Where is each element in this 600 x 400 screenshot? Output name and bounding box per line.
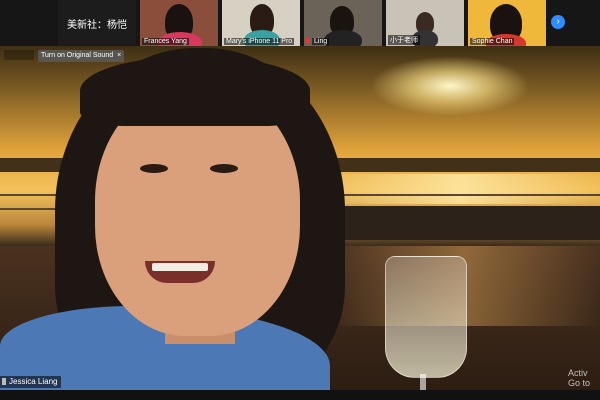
participant-tile-frances-yang[interactable]: Frances Yang <box>140 0 218 46</box>
close-icon[interactable]: × <box>117 52 121 59</box>
participant-name: Mary's iPhone 11 Pro <box>224 38 295 45</box>
sunset-glow <box>370 56 530 116</box>
wine-glass <box>385 256 467 378</box>
background-dock <box>310 206 600 240</box>
participant-tile-xiao-yu[interactable]: 小于老师 <box>386 0 464 46</box>
participant-tile-marys-iphone[interactable]: Mary's iPhone 11 Pro <box>222 0 300 46</box>
bottom-toolbar <box>0 390 600 400</box>
participant-name: 小于老师 <box>388 35 420 45</box>
participant-name: 美新社：杨恺 <box>67 19 127 31</box>
active-speaker-name: Jessica Liang <box>9 377 58 386</box>
watermark-line-1: Activ <box>568 368 588 378</box>
turn-on-original-sound-button[interactable]: Turn on Original Sound × <box>38 50 125 62</box>
speaker-right-eye <box>210 164 238 173</box>
recording-indicator <box>4 50 34 60</box>
participant-strip: 美新社：杨恺 Frances Yang Mary's iPhone 11 Pro… <box>0 0 600 46</box>
watermark-line-2: Go to <box>568 378 591 388</box>
participant-name: Ling <box>312 38 330 45</box>
wine-glass-stem <box>420 374 426 390</box>
activate-windows-watermark: Activ Go to <box>568 368 590 388</box>
active-speaker-video <box>0 46 600 390</box>
speaker-left-eye <box>140 164 168 173</box>
participant-name: Frances Yang <box>142 38 189 45</box>
turn-on-original-sound-label: Turn on Original Sound <box>41 52 114 59</box>
participant-tile-yang-kai[interactable]: 美新社：杨恺 <box>58 0 136 46</box>
gallery-next-page-icon[interactable]: › <box>551 15 565 29</box>
speaker-bangs <box>80 56 310 126</box>
speaker-teeth <box>152 263 208 271</box>
participant-name: Sophie Chan <box>470 38 515 45</box>
participant-video-shirt <box>324 30 362 46</box>
mic-muted-icon <box>306 38 310 44</box>
participant-tile-sophie-chan[interactable]: Sophie Chan <box>468 0 546 46</box>
participant-tile-ling[interactable]: Ling <box>304 0 382 46</box>
microphone-icon <box>2 378 6 385</box>
active-speaker-name-label: Jessica Liang <box>0 376 62 388</box>
